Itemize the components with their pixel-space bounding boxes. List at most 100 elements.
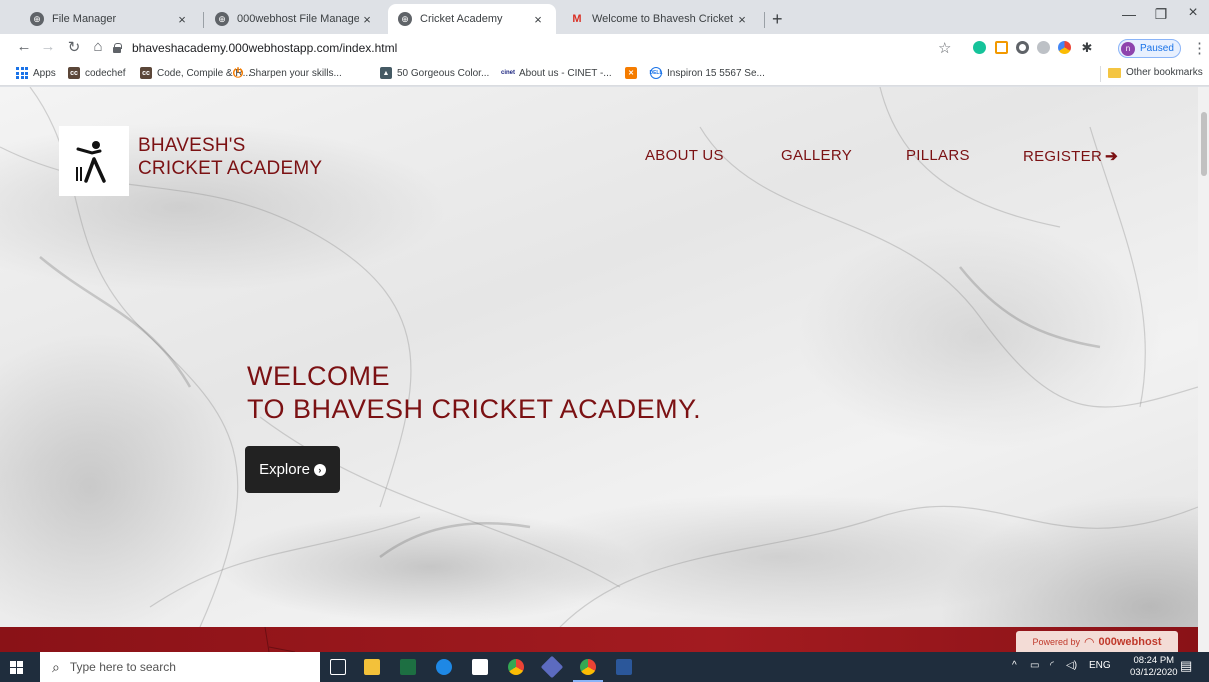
tab-divider	[764, 12, 765, 28]
tab-close-icon[interactable]: ×	[359, 12, 375, 27]
new-tab-button[interactable]: +	[772, 9, 783, 30]
home-button[interactable]: ⌂	[88, 38, 108, 55]
volume-icon[interactable]: ◁)	[1066, 660, 1077, 671]
profile-button[interactable]: n Paused	[1118, 39, 1181, 58]
nav-gallery[interactable]: GALLERY	[781, 147, 852, 164]
app-icon[interactable]	[540, 655, 564, 679]
page-viewport: BHAVESH'S CRICKET ACADEMY ABOUT US GALLE…	[0, 87, 1198, 627]
brand-name[interactable]: BHAVESH'S CRICKET ACADEMY	[138, 134, 322, 180]
menu-icon[interactable]: ⋮	[1192, 39, 1207, 57]
edge-icon[interactable]	[436, 659, 452, 675]
bookmark-star-icon[interactable]: ☆	[938, 39, 951, 57]
clock-time: 08:24 PM	[1133, 655, 1175, 666]
bookmark-sharpen-skills[interactable]: ⏻ Sharpen your skills...	[232, 65, 342, 80]
cc-icon: cc	[68, 67, 80, 79]
chrome-active-icon[interactable]	[580, 659, 596, 675]
nav-pillars[interactable]: PILLARS	[906, 147, 970, 164]
color-extension-icon[interactable]	[1058, 41, 1071, 54]
windows-start-icon[interactable]	[10, 661, 23, 674]
bookmark-label: About us - CINET -...	[519, 67, 612, 79]
battery-icon[interactable]: ▭	[1030, 660, 1039, 671]
search-icon: ⌕	[52, 658, 60, 675]
powered-by-badge[interactable]: Powered by ◠ 000webhost	[1016, 631, 1178, 652]
notifications-icon[interactable]: ▤	[1180, 658, 1192, 674]
brand-line-1: BHAVESH'S	[138, 135, 246, 156]
windows-taskbar: ⌕ Type here to search ^ ▭ ◜ ◁) ENG 08:24…	[0, 652, 1209, 682]
bookmark-codechef[interactable]: cc codechef	[68, 67, 126, 79]
tab-divider	[203, 12, 204, 28]
bookmark-label: 50 Gorgeous Color...	[397, 67, 490, 79]
bookmark-apps[interactable]: Apps	[16, 67, 56, 79]
cc-icon: cc	[140, 67, 152, 79]
reload-button[interactable]: ↻	[64, 38, 84, 56]
grammarly-extension-icon[interactable]	[973, 41, 986, 54]
nav-register-label: REGISTER	[1023, 148, 1103, 165]
bookmark-inspiron[interactable]: DELL Inspiron 15 5567 Se...	[649, 67, 765, 79]
tab-welcome-gmail[interactable]: M Welcome to Bhavesh Cricket Aca ×	[560, 4, 760, 34]
scrollbar-thumb[interactable]	[1201, 112, 1207, 176]
bookmarks-bar: Apps cc codechef cc Code, Compile & R...…	[0, 62, 1209, 86]
bookmark-label: Sharpen your skills...	[249, 67, 342, 79]
hero-line-2: TO BHAVESH CRICKET ACADEMY.	[247, 394, 702, 424]
language-indicator[interactable]: ENG	[1089, 660, 1111, 671]
tab-000webhost-file-manager[interactable]: ⊕ 000webhost File Manager ×	[205, 4, 385, 34]
record-extension-icon[interactable]	[1016, 41, 1029, 54]
bookmark-orange[interactable]: ✕	[625, 67, 642, 79]
tab-file-manager[interactable]: ⊕ File Manager ×	[20, 4, 200, 34]
bookmark-gorgeous-colors[interactable]: ▲ 50 Gorgeous Color...	[380, 67, 489, 79]
hero-heading: WELCOME TO BHAVESH CRICKET ACADEMY.	[247, 360, 701, 426]
globe-icon: ⊕	[398, 12, 412, 26]
powered-by-label: Powered by	[1032, 636, 1081, 647]
task-view-icon[interactable]	[330, 659, 346, 675]
extension-icon[interactable]	[995, 41, 1008, 54]
explore-label: Explore	[259, 461, 310, 478]
decorative-lines	[264, 627, 296, 652]
tab-close-icon[interactable]: ×	[530, 12, 546, 27]
close-window-button[interactable]: ×	[1178, 4, 1208, 22]
cinet-icon: cinet	[501, 70, 516, 76]
file-explorer-icon[interactable]	[364, 659, 380, 675]
tab-title: 000webhost File Manager	[237, 13, 359, 25]
explore-button[interactable]: Explore ›	[245, 446, 340, 493]
extensions-puzzle-icon[interactable]: ✱	[1077, 40, 1097, 56]
back-button[interactable]: ←	[14, 38, 34, 55]
tab-close-icon[interactable]: ×	[734, 12, 750, 27]
bookmark-label: Inspiron 15 5567 Se...	[667, 67, 765, 79]
tab-strip: ⊕ File Manager × ⊕ 000webhost File Manag…	[0, 0, 1209, 34]
bookmark-label: Other bookmarks	[1126, 67, 1203, 78]
brand-line-2: CRICKET ACADEMY	[138, 158, 323, 179]
tab-close-icon[interactable]: ×	[174, 12, 190, 27]
wifi-icon[interactable]: ◜	[1050, 660, 1054, 671]
hero-line-1: WELCOME	[247, 361, 391, 391]
tab-title: File Manager	[52, 13, 117, 25]
taskbar-search[interactable]: ⌕ Type here to search	[40, 652, 320, 682]
bookmark-cinet[interactable]: cinet About us - CINET -...	[501, 67, 612, 79]
excel-icon[interactable]	[400, 659, 416, 675]
store-icon[interactable]	[472, 659, 488, 675]
chevron-right-circle-icon: ›	[313, 463, 326, 476]
clock-date: 03/12/2020	[1130, 667, 1178, 678]
taskbar-clock[interactable]: 08:24 PM 03/12/2020	[1130, 655, 1178, 679]
tab-title: Cricket Academy	[420, 13, 503, 25]
minimize-button[interactable]: —	[1114, 6, 1144, 22]
search-placeholder: Type here to search	[69, 660, 176, 674]
tab-cricket-academy[interactable]: ⊕ Cricket Academy ×	[388, 4, 556, 34]
bookmark-label: codechef	[85, 67, 126, 79]
word-icon[interactable]	[616, 659, 632, 675]
maximize-button[interactable]: ❐	[1146, 6, 1176, 23]
bookmark-other[interactable]: Other bookmarks	[1108, 67, 1203, 78]
nav-about-us[interactable]: ABOUT US	[645, 147, 724, 164]
academy-logo[interactable]	[59, 126, 129, 196]
profile-status: Paused	[1140, 43, 1174, 54]
dell-icon: DELL	[649, 67, 663, 79]
cricketer-logo-icon	[76, 141, 106, 183]
address-bar[interactable]: bhaveshacademy.000webhostapp.com/index.h…	[112, 36, 934, 60]
extension-icon[interactable]	[1037, 41, 1050, 54]
power-icon: ⏻	[232, 65, 244, 80]
forward-button[interactable]: →	[38, 38, 58, 55]
avatar: n	[1121, 41, 1135, 56]
tray-chevron-icon[interactable]: ^	[1012, 660, 1017, 671]
globe-icon: ⊕	[30, 12, 44, 26]
chrome-icon[interactable]	[508, 659, 524, 675]
nav-register[interactable]: REGISTER ➔	[1023, 147, 1118, 165]
